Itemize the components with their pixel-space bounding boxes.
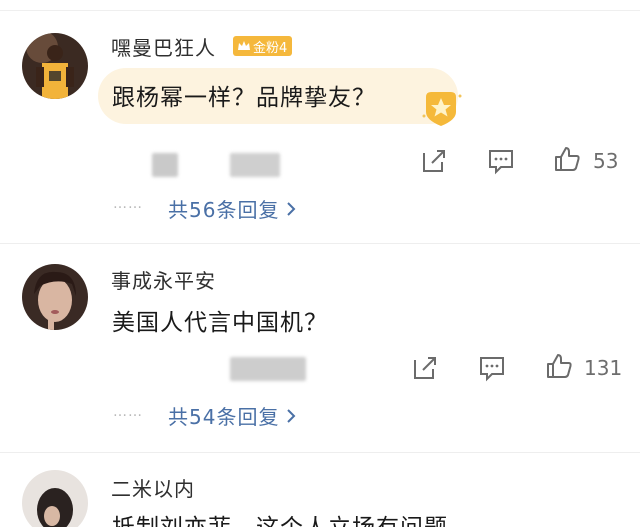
view-replies-label: 共54条回复: [168, 405, 280, 429]
blurred-content: [230, 153, 280, 177]
reply-ellipsis: ……: [113, 196, 143, 212]
comment-divider: [0, 452, 640, 453]
star-badge-icon: [422, 92, 462, 126]
comment-text: 跟杨幂一样？品牌挚友？: [112, 85, 376, 111]
chevron-right-icon: [287, 201, 296, 216]
comment-feed: 嘿曼巴狂人 金粉4 跟杨幂一样？品牌挚友？ 53 …… 共56条回复 事成永平安…: [0, 0, 640, 527]
comment-icon[interactable]: [487, 147, 515, 175]
chevron-right-icon: [287, 408, 296, 423]
crown-icon: [238, 41, 250, 50]
avatar[interactable]: [22, 264, 88, 330]
share-icon[interactable]: [420, 147, 448, 175]
like-count: 131: [584, 356, 623, 380]
fan-badge-label: 金粉4: [253, 40, 288, 56]
like-icon[interactable]: [545, 352, 573, 380]
avatar[interactable]: [22, 470, 88, 527]
view-replies-label: 共56条回复: [168, 198, 280, 222]
like-count: 53: [593, 149, 619, 173]
avatar[interactable]: [22, 33, 88, 99]
username[interactable]: 事成永平安: [111, 265, 216, 294]
view-replies-link[interactable]: 共54条回复: [168, 401, 297, 430]
reply-ellipsis: ……: [113, 404, 143, 420]
share-icon[interactable]: [411, 354, 439, 382]
comment-text: 抵制刘亦菲，这个人立场有问题: [112, 508, 448, 527]
top-divider: [0, 10, 640, 11]
fan-badge[interactable]: 金粉4: [233, 36, 293, 56]
like-icon[interactable]: [553, 145, 581, 173]
view-replies-link[interactable]: 共56条回复: [168, 194, 297, 223]
comment-divider: [0, 243, 640, 244]
comment-icon[interactable]: [478, 354, 506, 382]
blurred-content: [230, 357, 306, 381]
blurred-content: [152, 153, 178, 177]
username[interactable]: 二米以内: [111, 473, 195, 502]
username[interactable]: 嘿曼巴狂人: [111, 32, 216, 61]
comment-text: 美国人代言中国机？: [112, 310, 328, 336]
